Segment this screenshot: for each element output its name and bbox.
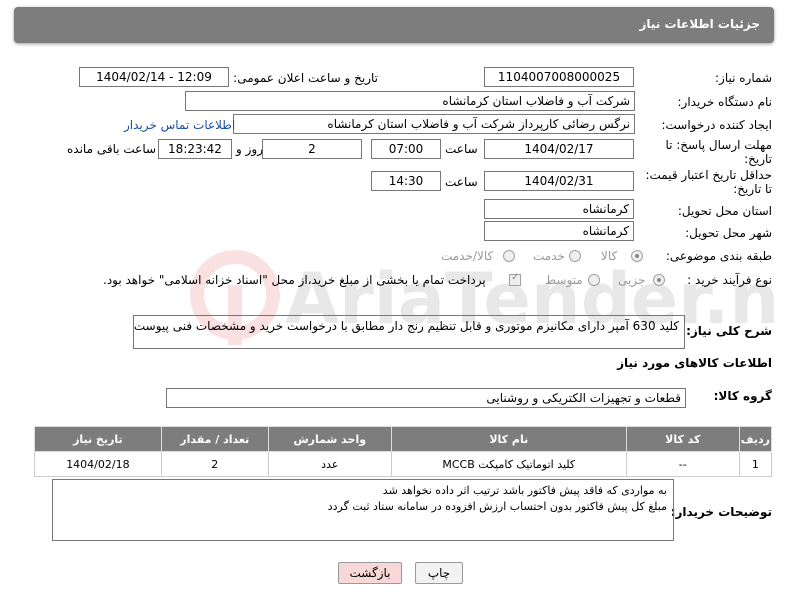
payment-note: پرداخت تمام یا بخشی از مبلغ خرید،از محل … — [103, 273, 486, 287]
deadline-label: مهلت ارسال پاسخ: تا — [665, 138, 772, 152]
category-both-radio[interactable] — [503, 250, 515, 262]
price-time-label: ساعت — [445, 175, 478, 189]
items-table: ردیف کد کالا نام کالا واحد شمارش تعداد /… — [34, 426, 773, 477]
buyer-field: شرکت آب و فاضلاب استان کرمانشاه — [185, 91, 635, 111]
creator-field: نرگس رضائی کارپرداز شرکت آب و فاضلاب است… — [233, 114, 635, 134]
process-medium-label: متوسط — [545, 273, 583, 287]
goods-group-label: گروه کالا: — [713, 389, 772, 403]
process-label: نوع فرآیند خرید : — [687, 273, 772, 287]
buyer-notes-textarea[interactable]: به مواردی که فاقد پیش فاکتور باشد ترتیب … — [52, 479, 674, 541]
remaining-time-field: 18:23:42 — [158, 139, 232, 159]
cell-unit: عدد — [267, 451, 392, 477]
deadline-time-field: 07:00 — [371, 139, 441, 159]
table-header-row: ردیف کد کالا نام کالا واحد شمارش تعداد /… — [34, 426, 773, 452]
cell-row: 1 — [738, 451, 773, 477]
col-row: ردیف — [738, 426, 773, 452]
goods-group-field: قطعات و تجهیزات الکتریکی و روشنایی — [166, 388, 686, 408]
cell-name: کلید اتوماتیک کامپکت MCCB — [390, 451, 627, 477]
price-date-field: 1404/02/31 — [484, 171, 634, 191]
city-field: کرمانشاه — [484, 221, 634, 241]
table-row[interactable]: 1 -- کلید اتوماتیک کامپکت MCCB عدد 2 140… — [34, 451, 773, 477]
category-label: طبقه بندی موضوعی: — [665, 249, 772, 263]
price-validity-label: حداقل تاریخ اعتبار قیمت: — [645, 168, 772, 182]
buyer-label: نام دستگاه خریدار: — [677, 95, 773, 109]
cell-code: -- — [625, 451, 740, 477]
back-button[interactable]: بازگشت — [338, 562, 402, 584]
process-small-radio[interactable] — [653, 274, 665, 286]
col-date: تاریخ نیاز — [34, 426, 162, 452]
contact-info-link[interactable]: اطلاعات تماس خریدار — [124, 118, 235, 132]
goods-info-title: اطلاعات کالاهای مورد نیاز — [617, 356, 772, 370]
col-unit: واحد شمارش — [267, 426, 392, 452]
announce-field: 1404/02/14 - 12:09 — [79, 67, 229, 87]
creator-label: ایجاد کننده درخواست: — [661, 118, 772, 132]
deadline-label-date: تاریخ: — [744, 152, 772, 166]
price-validity-label-date: تا تاریخ: — [733, 182, 772, 196]
category-service-radio[interactable] — [569, 250, 581, 262]
description-text: کلید 630 آمپر دارای مکانیزم موتوری و قاب… — [133, 319, 679, 333]
cell-date: 1404/02/18 — [34, 451, 162, 477]
price-time-field: 14:30 — [371, 171, 441, 191]
treasury-checkbox[interactable] — [509, 272, 521, 286]
need-number-field: 1104007008000025 — [484, 67, 634, 87]
description-textarea[interactable]: کلید 630 آمپر دارای مکانیزم موتوری و قاب… — [133, 315, 685, 349]
buyer-notes-label: توضیحات خریدار: — [670, 505, 772, 519]
buyer-notes-line-1: به مواردی که فاقد پیش فاکتور باشد ترتیب … — [382, 484, 667, 497]
category-both-label: کالا/خدمت — [441, 249, 494, 263]
panel-header: جزئیات اطلاعات نیاز — [14, 7, 774, 43]
cell-qty: 2 — [160, 451, 269, 477]
process-small-label: جزیی — [618, 273, 646, 287]
category-goods-radio[interactable] — [631, 250, 643, 262]
col-code: کد کالا — [625, 426, 740, 452]
process-medium-radio[interactable] — [588, 274, 600, 286]
deadline-date-field: 1404/02/17 — [484, 139, 634, 159]
need-number-label: شماره نیاز: — [715, 71, 772, 85]
print-button[interactable]: چاپ — [415, 562, 463, 584]
remaining-label: ساعت باقی مانده — [67, 142, 157, 156]
days-label: روز و — [236, 142, 263, 156]
category-goods-label: کالا — [601, 249, 618, 263]
description-label: شرح کلی نیاز: — [686, 324, 772, 338]
page-title: جزئیات اطلاعات نیاز — [639, 17, 760, 31]
province-field: کرمانشاه — [484, 199, 634, 219]
category-service-label: خدمت — [533, 249, 565, 263]
province-label: استان محل تحویل: — [677, 204, 772, 218]
announce-label: تاریخ و ساعت اعلان عمومی: — [233, 71, 378, 85]
col-name: نام کالا — [390, 426, 627, 452]
days-field: 2 — [262, 139, 362, 159]
buyer-notes-line-2: مبلغ کل پیش فاکتور بدون احتساب ارزش افزو… — [327, 500, 667, 513]
deadline-time-label: ساعت — [445, 142, 478, 156]
city-label: شهر محل تحویل: — [685, 226, 772, 240]
col-qty: تعداد / مقدار — [160, 426, 269, 452]
